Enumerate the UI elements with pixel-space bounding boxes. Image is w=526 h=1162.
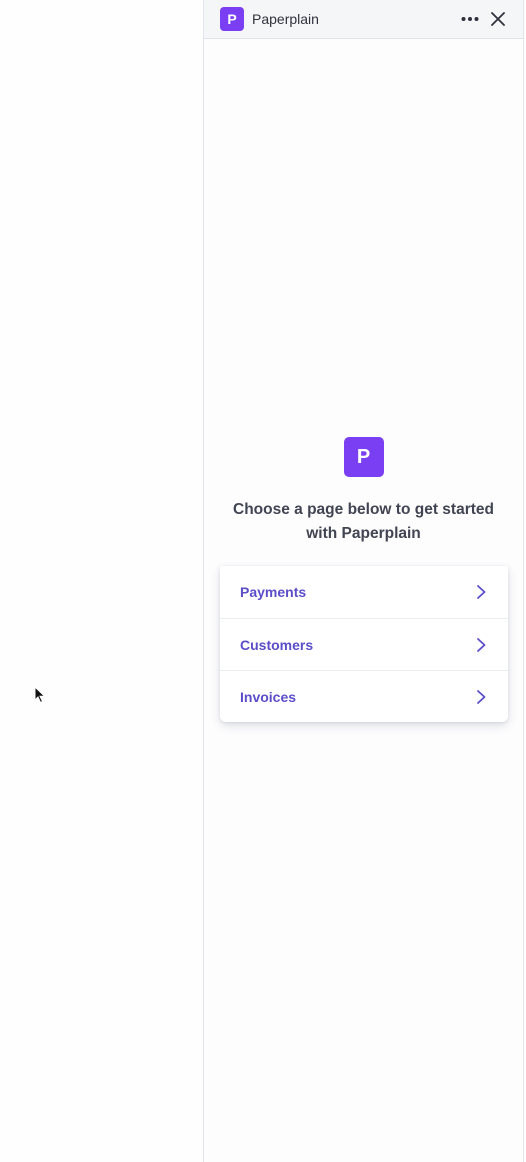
app-logo: P [220,7,244,31]
app-drawer: P Paperplain P Choose a page below to ge… [203,0,524,1162]
chevron-right-icon [477,637,486,652]
chevron-right-icon [477,689,486,704]
nav-item-invoices[interactable]: Invoices [220,670,508,722]
nav-item-label: Customers [240,636,314,653]
nav-item-label: Invoices [240,688,297,705]
drawer-header: P Paperplain [204,0,523,39]
close-icon [491,12,505,26]
page-navigation: Payments Customers Invoices [220,566,508,722]
nav-item-label: Payments [240,584,307,600]
welcome-message: Choose a page below to get started with … [233,501,494,542]
nav-item-customers[interactable]: Customers [220,618,508,670]
dashboard-background [0,0,203,1162]
mouse-cursor-icon [34,686,46,704]
more-options-button[interactable] [459,8,481,30]
welcome-section: P Choose a page below to get started wit… [204,437,523,546]
ellipsis-icon [461,17,479,21]
app-logo-large: P [343,437,384,477]
close-drawer-button[interactable] [487,8,509,30]
app-window: P Paperplain P Choose a page below to ge… [0,0,526,1162]
nav-item-payments[interactable]: Payments [220,566,508,618]
chevron-right-icon [477,585,486,599]
app-name: Paperplain [252,11,319,27]
